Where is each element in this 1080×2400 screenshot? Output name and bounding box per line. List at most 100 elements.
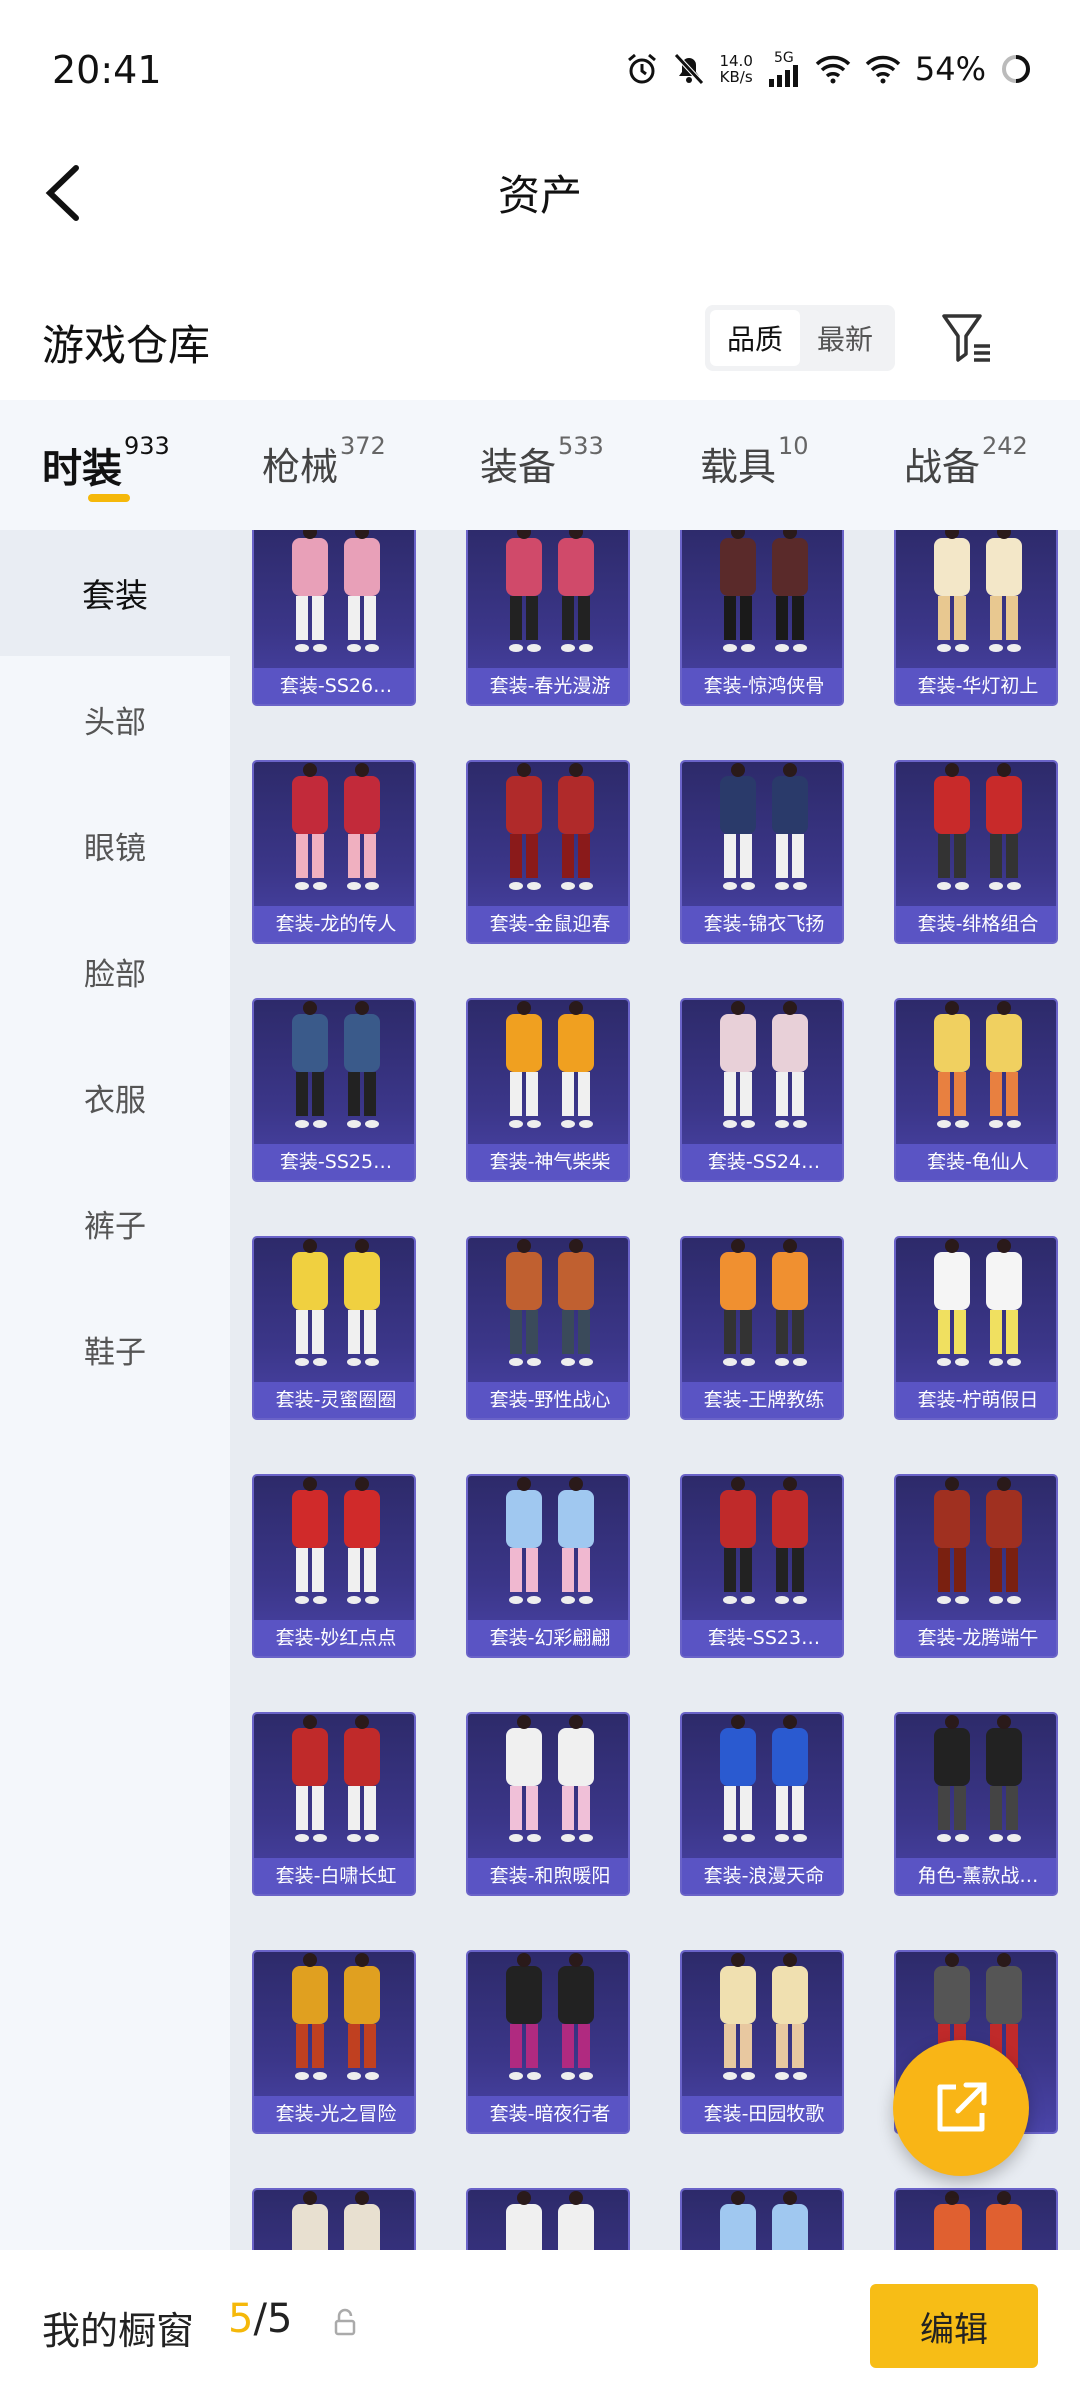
tab-fashion[interactable]: 时装933 (42, 432, 170, 516)
tab-equipment[interactable]: 装备533 (480, 432, 604, 516)
sidebar-item-glasses[interactable]: 眼镜 (0, 782, 230, 908)
warehouse-title: 游戏仓库 (42, 321, 211, 370)
tab-guns[interactable]: 枪械372 (262, 432, 386, 516)
item-card-label: 套装-惊鸿侠骨 (682, 668, 842, 704)
outfit-thumbnail (506, 2191, 594, 2250)
item-card-label: 套装-SS24… (682, 1144, 842, 1180)
item-card[interactable]: 套装-绯格组合 (894, 760, 1058, 944)
item-card-label: 套装-春光漫游 (468, 668, 628, 704)
item-card-label: 套装-白啸长虹 (254, 1858, 414, 1894)
item-card[interactable]: 套装-龙的传人 (252, 760, 416, 944)
item-card[interactable]: 套装-神气柴柴 (466, 998, 630, 1182)
sidebar-item-suit[interactable]: 套装 (0, 530, 230, 656)
item-card[interactable]: 套装-野性战心 (466, 1236, 630, 1420)
item-card-label: 套装-金鼠迎春 (468, 906, 628, 942)
outfit-thumbnail (934, 1001, 1022, 1128)
item-card[interactable] (252, 2188, 416, 2250)
item-card-label: 套装-SS23… (682, 1620, 842, 1656)
item-card-label: 套装-龟仙人 (896, 1144, 1056, 1180)
item-card[interactable]: 套装-华灯初上 (894, 530, 1058, 706)
item-card[interactable]: 套装-龟仙人 (894, 998, 1058, 1182)
status-time: 20:41 (52, 48, 162, 92)
outfit-thumbnail (934, 763, 1022, 890)
outfit-thumbnail (506, 1953, 594, 2080)
item-card-label: 套装-SS25… (254, 1144, 414, 1180)
sort-quality-button[interactable]: 品质 (710, 310, 800, 366)
outfit-thumbnail (506, 1239, 594, 1366)
item-card[interactable]: 套装-锦衣飞扬 (680, 760, 844, 944)
item-card[interactable]: 套装-春光漫游 (466, 530, 630, 706)
showcase-bar: 我的橱窗 5/5 编辑 (0, 2250, 1080, 2400)
outfit-thumbnail (720, 1001, 808, 1128)
sidebar-item-face[interactable]: 脸部 (0, 908, 230, 1034)
category-tabs: 时装933 枪械372 装备533 载具10 战备242 (0, 400, 1080, 530)
item-card[interactable]: 套装-妙红点点 (252, 1474, 416, 1658)
item-card-label: 套装-龙的传人 (254, 906, 414, 942)
item-card-label: 套装-幻彩翩翩 (468, 1620, 628, 1656)
page-title: 资产 (497, 171, 582, 220)
outfit-thumbnail (506, 763, 594, 890)
tab-vehicles[interactable]: 载具10 (700, 432, 809, 516)
outfit-thumbnail (292, 530, 380, 652)
item-card-label: 套装-和煦暖阳 (468, 1858, 628, 1894)
outfit-thumbnail (506, 530, 594, 652)
tab-gear[interactable]: 战备242 (904, 432, 1028, 516)
nav-bar: 资产 (0, 140, 1080, 250)
item-card-label: 套装-龙腾端午 (896, 1620, 1056, 1656)
item-card[interactable]: 套装-惊鸿侠骨 (680, 530, 844, 706)
item-card[interactable]: 角色-薰款战… (894, 1712, 1058, 1896)
item-card[interactable]: 套装-田园牧歌 (680, 1950, 844, 2134)
item-card[interactable]: 套装-龙腾端午 (894, 1474, 1058, 1658)
sidebar-item-clothes[interactable]: 衣服 (0, 1034, 230, 1160)
sort-latest-button[interactable]: 最新 (800, 310, 890, 366)
item-card-label: 套装-神气柴柴 (468, 1144, 628, 1180)
item-card[interactable]: 套装-幻彩翩翩 (466, 1474, 630, 1658)
outfit-thumbnail (292, 1715, 380, 1842)
item-card-label: 角色-薰款战… (896, 1858, 1056, 1894)
status-icons: 14.0 KB/s 5G 54% (625, 50, 1032, 88)
outfit-thumbnail (934, 1715, 1022, 1842)
item-card[interactable]: 套装-SS25… (252, 998, 416, 1182)
wifi-icon (815, 55, 851, 84)
mute-bell-icon (674, 53, 705, 85)
showcase-title: 我的橱窗 (42, 2309, 195, 2353)
item-card[interactable] (894, 2188, 1058, 2250)
item-card[interactable]: 套装-暗夜行者 (466, 1950, 630, 2134)
item-card[interactable]: 套装-白啸长虹 (252, 1712, 416, 1896)
outfit-thumbnail (934, 530, 1022, 652)
network-speed: 14.0 KB/s (719, 52, 753, 86)
item-card[interactable]: 套装-光之冒险 (252, 1950, 416, 2134)
outfit-thumbnail (506, 1715, 594, 1842)
sidebar-item-shoes[interactable]: 鞋子 (0, 1286, 230, 1412)
item-card-label: 套装-妙红点点 (254, 1620, 414, 1656)
sidebar-item-pants[interactable]: 裤子 (0, 1160, 230, 1286)
item-card-label: 套装-暗夜行者 (468, 2096, 628, 2132)
outfit-thumbnail (720, 2191, 808, 2250)
wifi-icon-2 (865, 55, 901, 84)
item-card[interactable] (466, 2188, 630, 2250)
edit-button[interactable]: 编辑 (870, 2284, 1038, 2368)
battery-percent: 54% (914, 50, 986, 88)
item-card[interactable]: 套装-王牌教练 (680, 1236, 844, 1420)
signal-group: 5G (767, 51, 801, 87)
outfit-thumbnail (292, 1477, 380, 1604)
item-card[interactable]: 套装-浪漫天命 (680, 1712, 844, 1896)
item-card[interactable]: 套装-SS26… (252, 530, 416, 706)
outfit-thumbnail (720, 1715, 808, 1842)
sort-toggle: 品质 最新 (705, 305, 895, 371)
outfit-thumbnail (934, 2191, 1022, 2250)
filter-icon[interactable] (940, 310, 996, 366)
subcategory-sidebar: 套装 头部 眼镜 脸部 衣服 裤子 鞋子 (0, 530, 230, 2250)
item-card[interactable]: 套装-柠萌假日 (894, 1236, 1058, 1420)
outfit-thumbnail (292, 1001, 380, 1128)
item-card[interactable] (680, 2188, 844, 2250)
item-card[interactable]: 套装-和煦暖阳 (466, 1712, 630, 1896)
item-card-label: 套装-浪漫天命 (682, 1858, 842, 1894)
sidebar-item-head[interactable]: 头部 (0, 656, 230, 782)
item-card[interactable]: 套装-SS23… (680, 1474, 844, 1658)
item-card[interactable]: 套装-金鼠迎春 (466, 760, 630, 944)
item-card[interactable]: 套装-灵蜜圈圈 (252, 1236, 416, 1420)
item-card[interactable]: 套装-SS24… (680, 998, 844, 1182)
outfit-thumbnail (292, 763, 380, 890)
share-button[interactable] (893, 2040, 1029, 2176)
